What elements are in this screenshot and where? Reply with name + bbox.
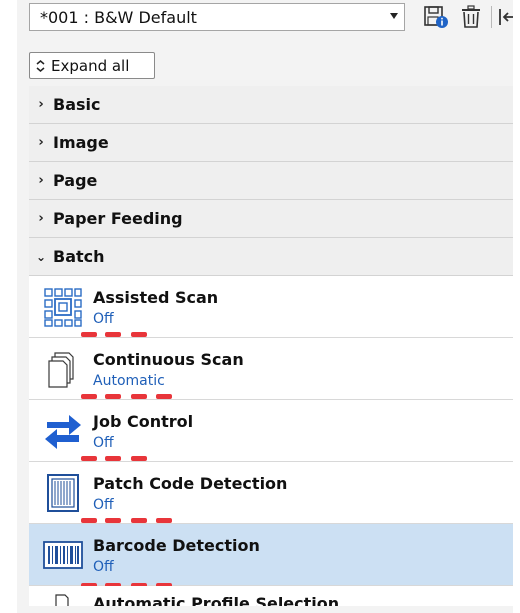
chevron-down-icon xyxy=(390,13,398,19)
window-left-edge xyxy=(0,0,17,613)
save-info-icon xyxy=(424,6,448,28)
category-image[interactable]: › Image xyxy=(29,124,513,162)
annotation-dash xyxy=(131,394,147,399)
setting-title: Assisted Scan xyxy=(93,288,219,307)
category-basic[interactable]: › Basic xyxy=(29,86,513,124)
trash-icon xyxy=(462,5,480,28)
category-paper-feeding[interactable]: › Paper Feeding xyxy=(29,200,513,238)
annotation-dash xyxy=(156,518,172,523)
chevron-right-icon: › xyxy=(38,211,44,226)
annotation-dash xyxy=(81,332,97,337)
import-icon xyxy=(499,9,513,25)
category-label: Batch xyxy=(53,247,105,266)
setting-barcode-detection[interactable]: Barcode Detection Off xyxy=(29,524,513,588)
setting-title: Patch Code Detection xyxy=(93,474,288,493)
annotation-dash xyxy=(131,456,147,461)
assisted-scan-icon xyxy=(44,288,82,327)
setting-value: Automatic xyxy=(93,373,165,389)
annotation-dash xyxy=(81,518,97,523)
toolbar-separator xyxy=(491,6,492,28)
expand-all-label: Expand all xyxy=(51,56,130,75)
setting-title: Job Control xyxy=(93,412,194,431)
chevron-right-icon: › xyxy=(38,135,44,150)
import-profile-button[interactable] xyxy=(497,4,513,30)
annotation-dash xyxy=(131,332,147,337)
annotation-dash xyxy=(105,518,121,523)
batch-items: Assisted Scan Off Continuous Scan Automa… xyxy=(29,276,513,606)
setting-title: Continuous Scan xyxy=(93,350,244,369)
expand-collapse-icon xyxy=(36,59,45,72)
annotation-dash xyxy=(131,518,147,523)
setting-value: Off xyxy=(93,311,114,327)
chevron-down-icon: ⌄ xyxy=(35,249,47,264)
setting-job-control[interactable]: Job Control Off xyxy=(29,400,513,462)
setting-title: Barcode Detection xyxy=(93,536,260,555)
chevron-right-icon: › xyxy=(38,173,44,188)
category-batch[interactable]: ⌄ Batch xyxy=(29,238,513,276)
save-profile-button[interactable] xyxy=(421,4,451,30)
setting-continuous-scan[interactable]: Continuous Scan Automatic xyxy=(29,338,513,400)
barcode-icon xyxy=(43,541,83,569)
setting-value: Off xyxy=(93,559,114,575)
annotation-dash xyxy=(81,394,97,399)
settings-list: › Basic › Image › Page › Paper Feeding ⌄… xyxy=(29,86,513,606)
patch-code-icon xyxy=(47,474,79,512)
annotation-dash xyxy=(81,456,97,461)
annotation-dash xyxy=(105,394,121,399)
job-control-icon xyxy=(45,415,81,449)
setting-value: Off xyxy=(93,497,114,513)
chevron-right-icon: › xyxy=(38,97,44,112)
annotation-dash xyxy=(156,394,172,399)
setting-title: Automatic Profile Selection xyxy=(93,594,340,606)
window-right-edge xyxy=(513,0,520,613)
setting-assisted-scan[interactable]: Assisted Scan Off xyxy=(29,276,513,338)
category-page[interactable]: › Page xyxy=(29,162,513,200)
category-label: Page xyxy=(53,171,98,190)
expand-all-button[interactable]: Expand all xyxy=(29,52,155,79)
continuous-scan-icon xyxy=(48,352,74,388)
annotation-dash xyxy=(105,332,121,337)
profile-selection-icon xyxy=(55,594,69,606)
setting-automatic-profile-selection[interactable]: Automatic Profile Selection xyxy=(29,586,513,606)
delete-profile-button[interactable] xyxy=(458,4,484,30)
setting-patch-code-detection[interactable]: Patch Code Detection Off xyxy=(29,462,513,524)
category-label: Image xyxy=(53,133,109,152)
setting-value: Off xyxy=(93,435,114,451)
category-label: Paper Feeding xyxy=(53,209,183,228)
annotation-dash xyxy=(105,456,121,461)
profile-settings-panel: *001 : B&W Default Expand all › Basic › … xyxy=(17,0,513,613)
category-label: Basic xyxy=(53,95,101,114)
profile-dropdown-value: *001 : B&W Default xyxy=(40,7,197,27)
profile-dropdown[interactable]: *001 : B&W Default xyxy=(29,3,405,31)
